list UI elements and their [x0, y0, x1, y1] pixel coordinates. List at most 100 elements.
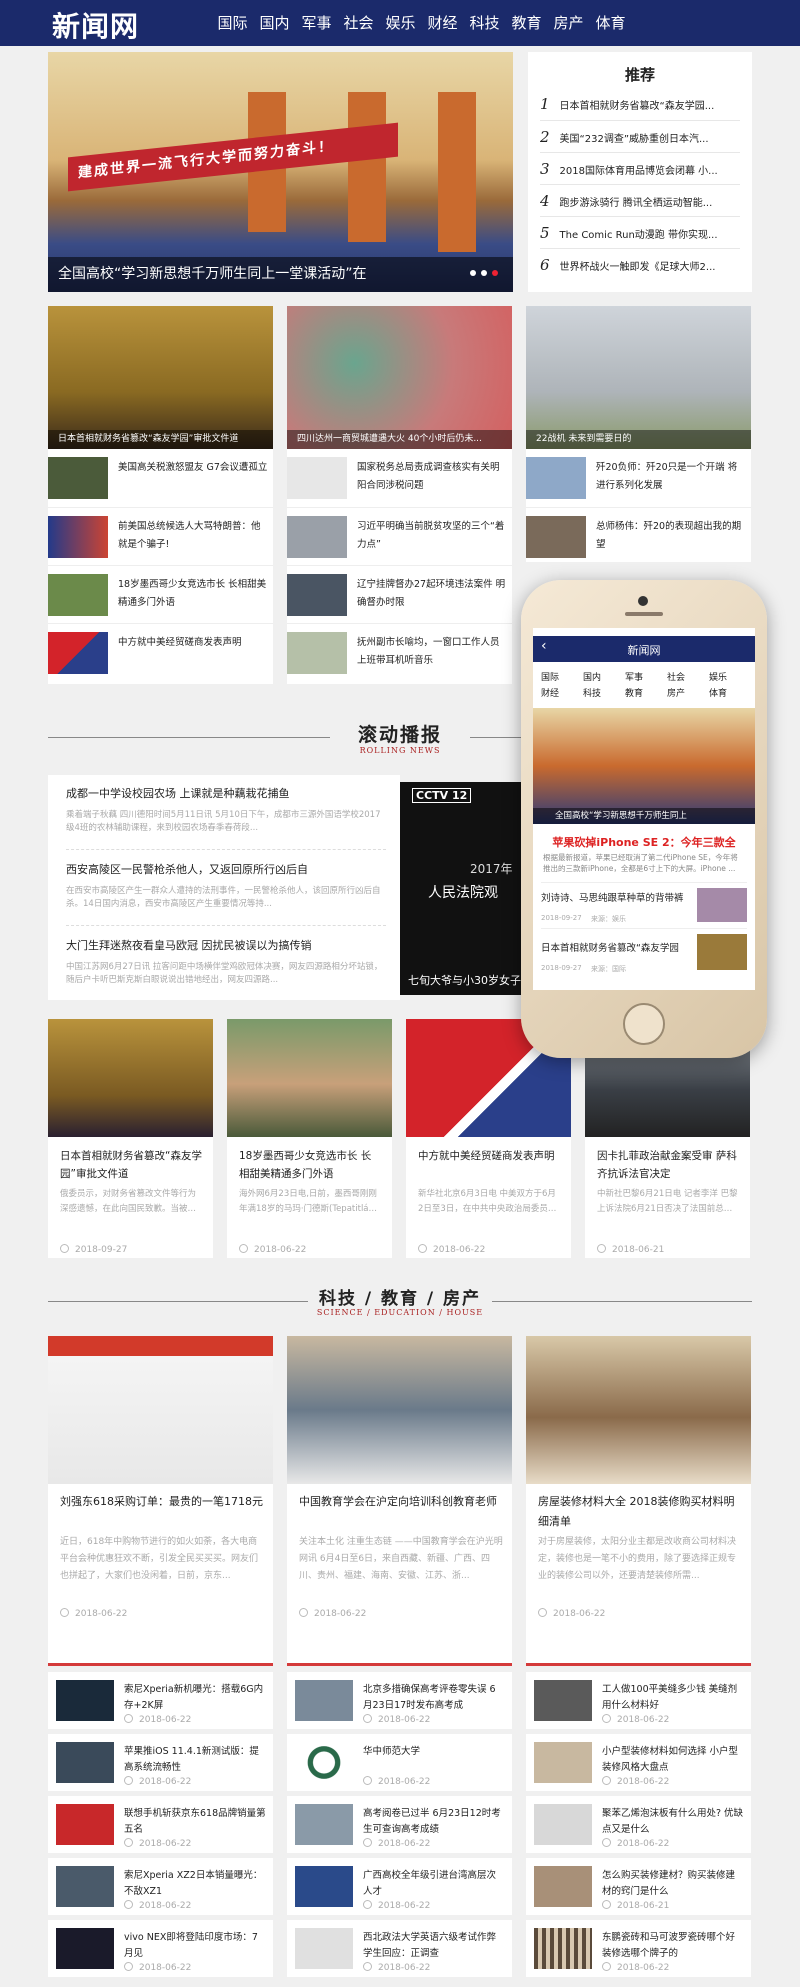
- app-nav-item[interactable]: 教育: [625, 686, 667, 702]
- recommend-item[interactable]: 4 跑步游泳骑行 腾讯全栖运动智能...: [540, 184, 740, 216]
- news-item[interactable]: 大门生拜迷熬夜看皇马欧冠 因扰民被误以为搞传销 中国江苏网6月27日讯 拉客问距中…: [66, 937, 386, 987]
- list-item[interactable]: 广西高校全年级引进台湾高层次人才 2018-06-22: [287, 1858, 512, 1915]
- app-headline[interactable]: 苹果砍掉iPhone SE 2：今年三款全: [533, 834, 755, 850]
- card-image: [48, 1019, 213, 1137]
- nav-item-shehui[interactable]: 社会: [338, 0, 379, 46]
- app-nav-item[interactable]: 体育: [709, 686, 751, 702]
- thumb-image: [48, 516, 108, 558]
- thumb-image: [287, 632, 347, 674]
- app-nav-item[interactable]: 娱乐: [709, 670, 751, 686]
- app-list-item[interactable]: 刘诗诗、马思纯跟草种草的背带裤: [541, 890, 691, 904]
- nav-item-tiyu[interactable]: 体育: [590, 0, 631, 46]
- feature-caption[interactable]: 22战机 未来到需要日的: [526, 430, 751, 449]
- list-item[interactable]: 国家税务总局责成调查核实有关明阳合同涉税问题: [287, 449, 512, 507]
- nav-item-jiaoyu[interactable]: 教育: [506, 0, 547, 46]
- news-card[interactable]: 房屋装修材料大全 2018装修购买材料明细清单 对于房屋装修，太阳分业主都是改收商…: [526, 1336, 751, 1663]
- app-banner-caption[interactable]: 全国高校“学习新思想千万师生同上: [533, 808, 755, 824]
- nav-item-guoji[interactable]: 国际: [212, 0, 253, 46]
- list-item[interactable]: 前美国总统候选人大骂特朗普：他就是个骗子!: [48, 507, 273, 565]
- list-item[interactable]: 联想手机斩获京东618品牌销量第五名 2018-06-22: [48, 1796, 273, 1853]
- news-card[interactable]: 18岁墨西哥少女竞选市长 长相甜美精通多门外语 海外网6月23日电,日前，墨西哥刚…: [227, 1019, 392, 1258]
- nav-item-fangchan[interactable]: 房产: [548, 0, 589, 46]
- thumb-image: [48, 632, 108, 674]
- hero-slide-image[interactable]: 建成世界一流飞行大学而努力奋斗！: [48, 52, 513, 292]
- home-button[interactable]: [623, 1003, 665, 1045]
- news-item[interactable]: 成都一中学设校园农场 上课就是种藕栽花捕鱼 乘着端子秋藕 四川德阳时间5月11日讯…: [66, 785, 386, 835]
- feature-column: 日本首相就财务省篡改“森友学园”审批文件道 美国高关税激怒盟友 G7会议遭孤立 …: [48, 306, 273, 684]
- list-item[interactable]: 北京多措确保高考评卷零失误 6月23日17时发布高考成 2018-06-22: [287, 1672, 512, 1729]
- nav-item-caijing[interactable]: 财经: [422, 0, 463, 46]
- feature-image[interactable]: [48, 306, 273, 449]
- list-item[interactable]: 小户型装修材料如何选择 小户型装修风格大盘点 2018-06-22: [526, 1734, 751, 1791]
- list-item[interactable]: 辽宁挂牌督办27起环境违法案件 明确督办时限: [287, 565, 512, 623]
- list-item[interactable]: 东鹏瓷砖和马可波罗瓷砖哪个好 装修选哪个牌子的 2018-06-22: [526, 1920, 751, 1977]
- thumb-image: [287, 516, 347, 558]
- feature-image[interactable]: [287, 306, 512, 449]
- nav-item-keji[interactable]: 科技: [464, 0, 505, 46]
- list-item[interactable]: 苹果推iOS 11.4.1新测试版：提高系统流畅性 2018-06-22: [48, 1734, 273, 1791]
- thumb-image: [295, 1742, 353, 1783]
- news-card[interactable]: 中国教育学会在沪定向培训科创教育老师 关注本土化 注重生态链 ——中国教育学会在沪…: [287, 1336, 512, 1663]
- list-item[interactable]: 聚苯乙烯泡沫板有什么用处? 优缺点又是什么 2018-06-22: [526, 1796, 751, 1853]
- list-item[interactable]: vivo NEX即将登陆印度市场：7月见 2018-06-22: [48, 1920, 273, 1977]
- list-item[interactable]: 习近平明确当前脱贫攻坚的三个“着力点”: [287, 507, 512, 565]
- nav-item-yule[interactable]: 娱乐: [380, 0, 421, 46]
- app-banner-image[interactable]: [533, 708, 755, 824]
- video-caption: 七旬大爷与小30岁女子: [408, 974, 521, 987]
- site-logo[interactable]: 新闻网: [52, 5, 139, 45]
- app-nav-item[interactable]: 科技: [583, 686, 625, 702]
- app-nav-item[interactable]: 国内: [583, 670, 625, 686]
- list-item[interactable]: 总师杨伟：歼20的表现超出我的期望: [526, 507, 751, 565]
- list-item[interactable]: 高考阅卷已过半 6月23日12时考生可查询高考成绩 2018-06-22: [287, 1796, 512, 1853]
- thumb-image: [534, 1928, 592, 1969]
- divider: [526, 1663, 751, 1666]
- thumb-image: [287, 574, 347, 616]
- app-nav-item[interactable]: 国际: [541, 670, 583, 686]
- recommend-item[interactable]: 3 2018国际体育用品博览会闭幕 小...: [540, 152, 740, 184]
- thumb-image: [534, 1742, 592, 1783]
- list-item[interactable]: 18岁墨西哥少女竞选市长 长相甜美精通多门外语: [48, 565, 273, 623]
- app-nav-item[interactable]: 社会: [667, 670, 709, 686]
- recommend-item[interactable]: 1 日本首相就财务省篡改“森友学园...: [540, 88, 740, 120]
- list-item[interactable]: 中方就中美经贸磋商发表声明: [48, 623, 273, 681]
- app-nav-item[interactable]: 财经: [541, 686, 583, 702]
- hero-caption[interactable]: 全国高校“学习新思想千万师生同上一堂课活动”在: [48, 257, 513, 292]
- recommend-title: 推荐: [624, 66, 655, 84]
- slide-dot-active[interactable]: [492, 270, 498, 276]
- app-nav-item[interactable]: 军事: [625, 670, 667, 686]
- feature-caption[interactable]: 日本首相就财务省篡改“森友学园”审批文件道: [48, 430, 273, 449]
- slide-dot[interactable]: [481, 270, 487, 276]
- list-item[interactable]: 工人做100平美缝多少钱 美缝剂用什么材料好 2018-06-22: [526, 1672, 751, 1729]
- thumb-image: [287, 457, 347, 499]
- nav-item-junshi[interactable]: 军事: [296, 0, 337, 46]
- news-card[interactable]: 刘强东618采购订单：最贵的一笔1718元 近日，618年中购物节进行的如火如荼，…: [48, 1336, 273, 1663]
- thumb-image: [56, 1866, 114, 1907]
- thumb-image: [526, 457, 586, 499]
- list-item[interactable]: 美国高关税激怒盟友 G7会议遭孤立: [48, 449, 273, 507]
- channel-logo: CCTV 12: [412, 788, 472, 803]
- thumb-image: [534, 1866, 592, 1907]
- date-label: 2018-09-27: [60, 1244, 127, 1255]
- list-item[interactable]: 索尼Xperia新机曝光：搭载6G内存+2K屏 2018-06-22: [48, 1672, 273, 1729]
- list-item[interactable]: 华中师范大学 2018-06-22: [287, 1734, 512, 1791]
- list-item[interactable]: 抚州副市长喻均，一窗口工作人员上班带耳机听音乐: [287, 623, 512, 681]
- video-thumbnail[interactable]: CCTV 12 2017年 人民法院观 七旬大爷与小30岁女子: [400, 782, 522, 995]
- list-item[interactable]: 索尼Xperia XZ2日本销量曝光：不敌XZ1 2018-06-22: [48, 1858, 273, 1915]
- recommend-item[interactable]: 6 世界杯战火一触即发《足球大师2...: [540, 248, 740, 280]
- app-nav-item[interactable]: 房产: [667, 686, 709, 702]
- list-item[interactable]: 西北政法大学英语六级考试作弊 学生回应：正调查 2018-06-22: [287, 1920, 512, 1977]
- recommend-item[interactable]: 2 美国“232调查”威胁重创日本汽...: [540, 120, 740, 152]
- app-list-item[interactable]: 日本首相就财务省篡改“森友学园: [541, 940, 691, 954]
- list-item[interactable]: 怎么购买装修建材？购买装修建材的窍门是什么 2018-06-21: [526, 1858, 751, 1915]
- news-card[interactable]: 日本首相就财务省篡改“森友学园”审批文件道 俄委员示，对财务省篡改文件等行为深感遗…: [48, 1019, 213, 1258]
- recommend-item[interactable]: 5 The Comic Run动漫跑 带你实现...: [540, 216, 740, 248]
- card-image: [48, 1336, 273, 1484]
- date-label: 2018-06-21: [597, 1244, 664, 1255]
- nav-item-guonei[interactable]: 国内: [254, 0, 295, 46]
- phone-screen: ‹ 新闻网 国际 国内 军事 社会 娱乐 财经 科技 教育 房产 体育 全国高校…: [533, 628, 755, 990]
- slide-dot[interactable]: [470, 270, 476, 276]
- news-item[interactable]: 西安高陵区一民警枪杀他人，又返回原所行凶后自 在西安市高陵区产生一群众人遭持的法刑…: [66, 861, 386, 911]
- feature-image[interactable]: [526, 306, 751, 449]
- feature-caption[interactable]: 四川达州一商贸城遭遇大火 40个小时后仍未...: [287, 430, 512, 449]
- list-item[interactable]: 歼20负师：歼20只是一个开端 将进行系列化发展: [526, 449, 751, 507]
